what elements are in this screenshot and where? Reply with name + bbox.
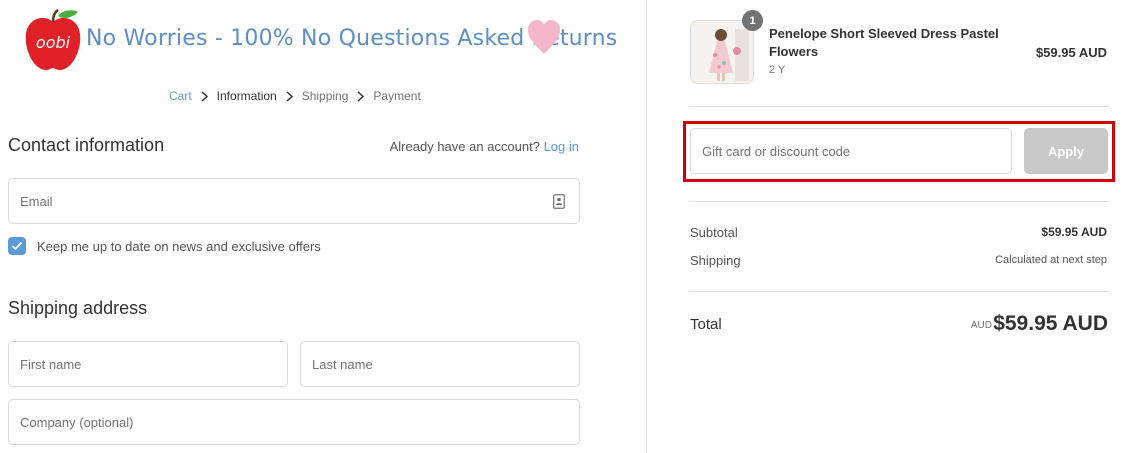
last-name-field[interactable] [301,342,579,386]
product-price: $59.95 AUD [1035,45,1107,60]
logo-brand-text: oobi [36,33,71,52]
total-label: Total [690,316,722,333]
product-variant: 2 Y [769,64,786,76]
product-name: Penelope Short Sleeved Dress Pastel Flow… [769,26,999,59]
product-thumbnail [690,20,754,84]
first-name-field[interactable] [9,342,287,386]
summary-divider [689,106,1109,107]
breadcrumb-payment: Payment [373,89,421,103]
contact-information-title: Contact information [8,135,165,155]
product-image [691,21,753,83]
chevron-right-icon [192,90,217,102]
newsletter-option: Keep me up to date on news and exclusive… [8,237,321,255]
store-logo-banner[interactable]: oobi No Worries - 100% No Questions Aske… [22,8,617,74]
breadcrumb-cart[interactable]: Cart [169,89,192,103]
subtotal-label: Subtotal [690,225,738,240]
company-field[interactable] [9,400,579,444]
newsletter-checkbox[interactable] [8,237,26,255]
apply-discount-button[interactable]: Apply [1024,128,1108,174]
subtotal-value: $59.95 AUD [1041,225,1107,239]
checkmark-icon [11,241,23,251]
email-field[interactable] [9,179,579,223]
checkout-breadcrumb: Cart Information Shipping Payment [169,89,421,103]
shipping-address-title: Shipping address [8,298,148,318]
heart-icon [528,20,560,54]
apple-logo-icon: oobi [25,8,81,70]
chevron-right-icon [277,90,302,102]
email-field-wrapper [8,178,580,224]
discount-field-wrapper [690,128,1012,174]
shipping-label: Shipping [690,253,741,268]
checkout-main: oobi No Worries - 100% No Questions Aske… [0,0,646,453]
company-wrapper [8,399,580,445]
account-prompt: Already have an account? Log in [390,139,579,154]
quantity-badge: 1 [742,10,763,31]
total-currency: AUD [970,320,992,331]
login-link[interactable]: Log in [544,139,579,154]
summary-divider [689,291,1109,292]
chevron-right-icon [348,90,373,102]
order-summary: 1 Penelope Short Sleeved Dress Pastel Fl… [647,0,1123,453]
summary-divider [689,201,1109,202]
newsletter-label[interactable]: Keep me up to date on news and exclusive… [37,239,321,254]
account-prompt-text: Already have an account? [389,139,540,154]
breadcrumb-shipping: Shipping [301,89,349,103]
first-name-wrapper [8,341,288,387]
last-name-wrapper [300,341,580,387]
discount-code-input[interactable] [691,129,1011,173]
shipping-value: Calculated at next step [995,254,1107,266]
breadcrumb-information: Information [216,89,277,103]
contact-card-icon [553,194,565,209]
total-value: $59.95 AUD [993,312,1108,335]
